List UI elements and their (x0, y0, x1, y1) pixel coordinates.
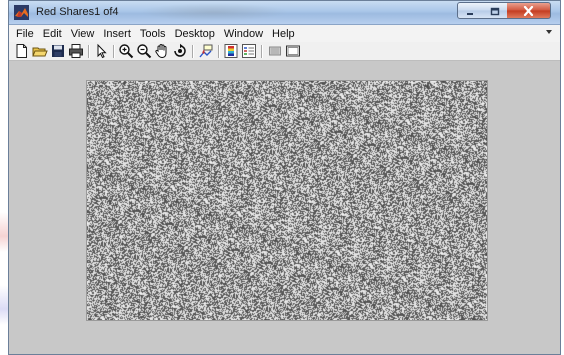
toolbar-separator (88, 45, 90, 58)
screenshot: Red Shares1 of4 File Edit View Insert To… (0, 0, 564, 355)
minimize-button[interactable] (457, 2, 483, 19)
print-figure-icon[interactable] (68, 43, 84, 59)
minimize-icon (465, 1, 475, 20)
menu-insert[interactable]: Insert (103, 28, 131, 40)
maximize-button[interactable] (482, 2, 508, 19)
zoom-out-icon[interactable] (136, 43, 152, 59)
show-plot-tools-icon[interactable] (285, 43, 301, 59)
menu-help[interactable]: Help (272, 28, 295, 40)
insert-legend-icon[interactable] (241, 43, 257, 59)
menu-bar: File Edit View Insert Tools Desktop Wind… (9, 25, 560, 42)
window-title: Red Shares1 of4 (36, 6, 119, 18)
title-bar[interactable]: Red Shares1 of4 (9, 1, 560, 25)
rotate-3d-icon[interactable] (172, 43, 188, 59)
menu-view[interactable]: View (71, 28, 95, 40)
save-figure-icon[interactable] (50, 43, 66, 59)
maximize-icon (490, 1, 500, 20)
menu-tools[interactable]: Tools (140, 28, 166, 40)
pan-hand-icon[interactable] (154, 43, 170, 59)
matlab-logo-icon[interactable] (14, 5, 29, 20)
menu-desktop[interactable]: Desktop (175, 28, 215, 40)
menu-dock-arrow-icon[interactable] (546, 30, 552, 34)
noise-image-canvas (87, 81, 487, 320)
title-bar-blur (139, 3, 289, 21)
figure-canvas-area[interactable] (9, 61, 560, 354)
insert-colorbar-icon[interactable] (223, 43, 239, 59)
close-button[interactable] (507, 2, 551, 19)
new-figure-icon[interactable] (14, 43, 30, 59)
edge-artifact (0, 212, 8, 252)
menu-edit[interactable]: Edit (43, 28, 62, 40)
hide-plot-tools-icon[interactable] (267, 43, 283, 59)
zoom-in-icon[interactable] (118, 43, 134, 59)
menu-file[interactable]: File (16, 28, 34, 40)
data-cursor-icon[interactable] (198, 43, 214, 59)
matlab-figure-window: Red Shares1 of4 File Edit View Insert To… (8, 0, 561, 355)
open-file-icon[interactable] (32, 43, 48, 59)
edge-artifact (0, 285, 8, 325)
close-icon (523, 1, 534, 20)
toolbar-separator (192, 45, 194, 58)
toolbar-separator (113, 45, 115, 58)
figure-toolbar (9, 42, 560, 61)
toolbar-separator (261, 45, 263, 58)
red-share-noise-image[interactable] (86, 80, 488, 321)
toolbar-separator (218, 45, 220, 58)
edit-plot-arrow-icon[interactable] (93, 43, 109, 59)
menu-window[interactable]: Window (224, 28, 263, 40)
